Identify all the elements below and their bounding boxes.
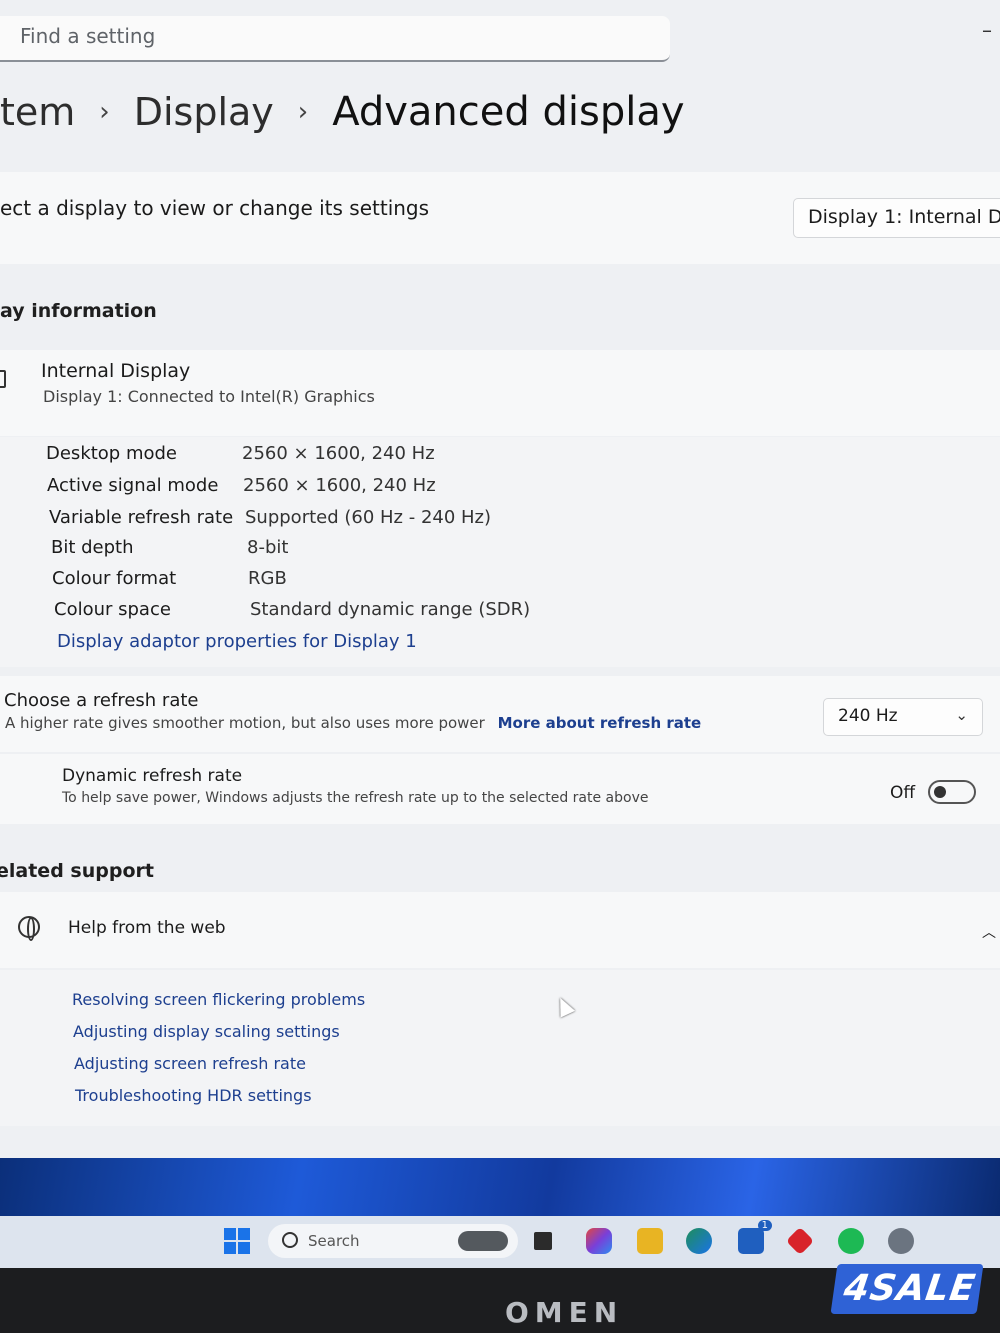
omen-gaming-hub-icon[interactable] xyxy=(785,1226,815,1256)
toggle-knob xyxy=(934,786,946,798)
info-value: Standard dynamic range (SDR) xyxy=(250,599,531,620)
monitor-icon xyxy=(0,370,6,388)
taskbar-search-placeholder: Search xyxy=(308,1232,360,1250)
dynamic-refresh-description: To help save power, Windows adjusts the … xyxy=(62,790,649,806)
help-link[interactable]: Troubleshooting HDR settings xyxy=(75,1086,312,1105)
dynamic-refresh-state: Off xyxy=(890,783,916,803)
display-information-title: ay information xyxy=(0,300,157,322)
taskbar: Search 1 xyxy=(0,1216,1000,1268)
display-name: Internal Display xyxy=(41,360,191,382)
edge-browser-icon[interactable] xyxy=(686,1228,712,1254)
display-adaptor-properties-link[interactable]: Display adaptor properties for Display 1 xyxy=(57,631,417,652)
search-icon xyxy=(282,1232,298,1248)
refresh-rate-card: Choose a refresh rate A higher rate give… xyxy=(0,676,1000,752)
info-value: Supported (60 Hz - 240 Hz) xyxy=(245,507,492,528)
help-from-web-header[interactable]: Help from the web ︿ xyxy=(0,892,1000,968)
watermark-text: 4SALE xyxy=(841,1268,979,1309)
info-key: Variable refresh rate xyxy=(49,507,234,528)
dynamic-refresh-card: Dynamic refresh rate To help save power,… xyxy=(0,754,1000,824)
settings-window: Find a setting – tem › Display › Advance… xyxy=(0,0,1000,1158)
help-links-panel: Resolving screen flickering problems Adj… xyxy=(0,970,1000,1126)
search-placeholder: Find a setting xyxy=(20,24,156,48)
info-value: 2560 × 1600, 240 Hz xyxy=(243,475,436,496)
select-display-label: ect a display to view or change its sett… xyxy=(0,196,430,220)
info-value: 2560 × 1600, 240 Hz xyxy=(242,443,435,464)
copilot-icon[interactable] xyxy=(586,1228,612,1254)
desktop-wallpaper xyxy=(0,1158,1000,1218)
minimize-button[interactable]: – xyxy=(982,18,992,42)
related-support-title: elated support xyxy=(0,860,154,882)
breadcrumb-separator-icon: › xyxy=(297,97,309,127)
info-value: 8-bit xyxy=(247,537,289,558)
breadcrumb-system[interactable]: tem xyxy=(0,90,75,134)
chevron-down-icon: ⌄ xyxy=(955,706,968,724)
chevron-up-icon[interactable]: ︿ xyxy=(982,922,996,942)
notification-badge: 1 xyxy=(757,1220,772,1231)
display-select-value: Display 1: Internal Displ xyxy=(808,206,1000,228)
whatsapp-icon[interactable] xyxy=(838,1228,864,1254)
search-highlight-icon xyxy=(458,1231,508,1251)
info-key: Colour space xyxy=(54,599,171,620)
windows-start-icon[interactable] xyxy=(224,1228,250,1254)
refresh-rate-title: Choose a refresh rate xyxy=(4,690,199,711)
settings-gear-icon[interactable] xyxy=(888,1228,914,1254)
omen-logo: OMEN xyxy=(505,1296,624,1329)
display-subtitle: Display 1: Connected to Intel(R) Graphic… xyxy=(43,387,375,406)
dynamic-refresh-title: Dynamic refresh rate xyxy=(62,766,243,786)
help-link[interactable]: Adjusting display scaling settings xyxy=(73,1022,340,1041)
info-key: Desktop mode xyxy=(46,443,178,464)
page-title: Advanced display xyxy=(332,89,685,135)
help-link[interactable]: Adjusting screen refresh rate xyxy=(74,1054,306,1073)
breadcrumb: tem › Display › Advanced display xyxy=(0,82,685,142)
taskbar-search[interactable]: Search xyxy=(268,1224,518,1258)
task-view-icon[interactable] xyxy=(534,1232,552,1250)
info-key: Colour format xyxy=(52,568,177,589)
refresh-rate-description-line: A higher rate gives smoother motion, but… xyxy=(5,714,701,732)
display-info-header: Internal Display Display 1: Connected to… xyxy=(0,350,1000,436)
watermark-badge: 4SALE xyxy=(830,1264,984,1314)
breadcrumb-separator-icon: › xyxy=(99,97,110,127)
select-display-card: ect a display to view or change its sett… xyxy=(0,172,1000,264)
refresh-rate-description: A higher rate gives smoother motion, but… xyxy=(5,714,485,732)
info-value: RGB xyxy=(248,568,287,589)
microsoft-store-icon[interactable]: 1 xyxy=(738,1220,772,1254)
display-info-details: Desktop mode 2560 × 1600, 240 Hz Active … xyxy=(0,437,1000,667)
file-explorer-icon[interactable] xyxy=(637,1228,663,1254)
help-link[interactable]: Resolving screen flickering problems xyxy=(72,990,365,1009)
globe-icon xyxy=(18,916,40,941)
more-about-refresh-rate-link[interactable]: More about refresh rate xyxy=(498,714,702,732)
help-from-web-title: Help from the web xyxy=(68,918,226,938)
display-select-dropdown[interactable]: Display 1: Internal Displ xyxy=(793,198,1000,238)
refresh-rate-dropdown[interactable]: 240 Hz ⌄ xyxy=(823,698,983,736)
info-key: Active signal mode xyxy=(47,475,219,496)
search-input[interactable]: Find a setting xyxy=(0,16,670,62)
dynamic-refresh-toggle[interactable] xyxy=(928,780,976,804)
info-key: Bit depth xyxy=(51,537,134,558)
breadcrumb-display[interactable]: Display xyxy=(134,90,274,134)
refresh-rate-value: 240 Hz xyxy=(838,706,898,726)
